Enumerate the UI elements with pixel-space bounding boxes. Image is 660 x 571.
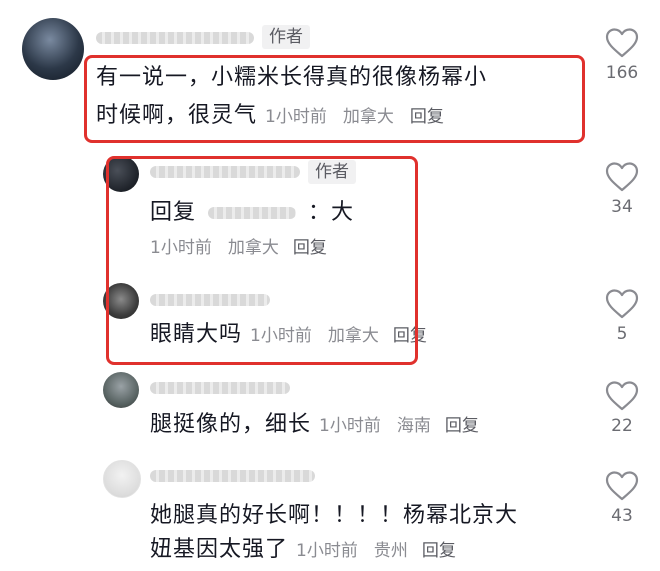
like-button[interactable]: 22 [602,381,642,437]
avatar[interactable] [103,372,139,408]
comment-time: 1小时前 [296,541,358,561]
like-count: 34 [611,197,633,217]
like-count: 43 [611,506,633,526]
comment-text: 她腿真的好长啊！！！！杨幂北京大 [150,503,519,528]
heart-outline-icon [605,289,639,319]
username[interactable] [150,470,315,482]
like-button[interactable]: 5 [602,289,642,345]
highlight-box [106,156,418,365]
reply-text-line: 腿挺像的，细长 1小时前 海南 回复 [150,408,479,443]
comment-time: 1小时前 [319,416,381,436]
reply-button[interactable]: 回复 [422,541,456,561]
like-count: 22 [611,416,633,436]
username[interactable] [150,382,290,394]
heart-outline-icon [605,28,639,58]
highlight-box [84,55,585,143]
comment-text: 腿挺像的，细长 [150,412,312,437]
heart-outline-icon [605,381,639,411]
avatar[interactable] [22,18,84,80]
reply-button[interactable]: 回复 [445,416,479,436]
heart-outline-icon [605,471,639,501]
comment-location: 海南 [396,416,431,436]
comment-text-line2: 妞基因太强了 1小时前 贵州 回复 [150,533,456,568]
username[interactable] [96,32,254,44]
like-button[interactable]: 43 [602,471,642,527]
like-button[interactable]: 34 [602,162,642,218]
comment-location: 贵州 [373,541,408,561]
like-button[interactable]: 166 [602,28,642,84]
avatar[interactable] [103,460,141,498]
comment-text: 妞基因太强了 [150,537,289,562]
like-count: 166 [605,63,639,83]
like-count: 5 [616,324,628,344]
heart-outline-icon [605,162,639,192]
author-badge: 作者 [262,25,310,49]
